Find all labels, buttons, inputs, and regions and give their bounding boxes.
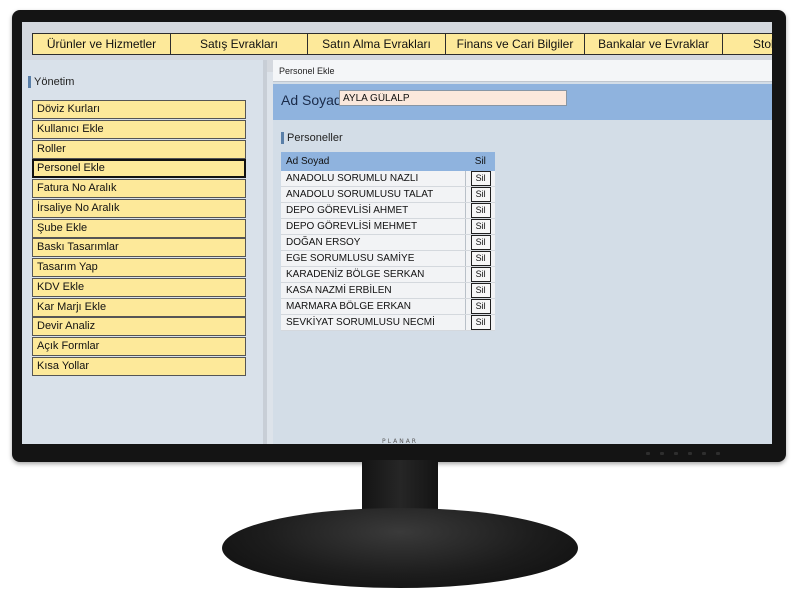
monitor-stand bbox=[222, 508, 578, 588]
section-title: Personeller bbox=[281, 132, 343, 144]
table-header-row: Ad Soyad Sil bbox=[281, 152, 495, 171]
row-name: ANADOLU SORUMLUSU TALAT bbox=[281, 186, 466, 203]
row-name: DEPO GÖREVLİSİ MEHMET bbox=[281, 218, 466, 235]
row-name: DOĞAN ERSOY bbox=[281, 234, 466, 251]
delete-button[interactable]: Sil bbox=[470, 267, 491, 282]
sidebar-item-kullanici-ekle[interactable]: Kullanıcı Ekle bbox=[32, 120, 246, 139]
table-row: SEVKİYAT SORUMLUSU NECMİ Sil bbox=[281, 314, 495, 331]
sidebar: Yönetim Döviz Kurları Kullanıcı Ekle Rol… bbox=[22, 60, 267, 444]
nav-tab-urunler[interactable]: Ürünler ve Hizmetler bbox=[32, 33, 171, 55]
row-name: ANADOLU SORUMLU NAZLI bbox=[281, 171, 466, 187]
table-row: KASA NAZMİ ERBİLEN Sil bbox=[281, 282, 495, 299]
monitor-button bbox=[660, 452, 664, 455]
delete-button[interactable]: Sil bbox=[470, 299, 491, 314]
name-input[interactable] bbox=[339, 90, 567, 106]
sidebar-item-baski-tasarimlar[interactable]: Baskı Tasarımlar bbox=[32, 238, 246, 257]
row-name: MARMARA BÖLGE ERKAN bbox=[281, 298, 466, 315]
table-row: MARMARA BÖLGE ERKAN Sil bbox=[281, 298, 495, 315]
sidebar-item-devir-analiz[interactable]: Devir Analiz bbox=[32, 317, 246, 336]
sidebar-item-irsaliye-no-aralik[interactable]: İrsaliye No Aralık bbox=[32, 199, 246, 218]
monitor-button bbox=[688, 452, 692, 455]
delete-button[interactable]: Sil bbox=[470, 203, 491, 218]
table-row: ANADOLU SORUMLU NAZLI Sil bbox=[281, 171, 495, 187]
delete-button[interactable]: Sil bbox=[470, 187, 491, 202]
row-name: DEPO GÖREVLİSİ AHMET bbox=[281, 202, 466, 219]
delete-button[interactable]: Sil bbox=[470, 171, 491, 186]
nav-tab-satin-alma[interactable]: Satın Alma Evrakları bbox=[307, 33, 446, 55]
sidebar-item-kisa-yollar[interactable]: Kısa Yollar bbox=[32, 357, 246, 376]
table-row: DEPO GÖREVLİSİ AHMET Sil bbox=[281, 202, 495, 219]
delete-button[interactable]: Sil bbox=[470, 315, 491, 330]
row-name: KASA NAZMİ ERBİLEN bbox=[281, 282, 466, 299]
delete-button[interactable]: Sil bbox=[470, 251, 491, 266]
nav-tab-bankalar[interactable]: Bankalar ve Evraklar bbox=[584, 33, 723, 55]
form-bar: Ad Soyad bbox=[273, 84, 772, 120]
sidebar-item-roller[interactable]: Roller bbox=[32, 140, 246, 159]
nav-tab-satis[interactable]: Satış Evrakları bbox=[170, 33, 308, 55]
sidebar-item-sube-ekle[interactable]: Şube Ekle bbox=[32, 219, 246, 238]
sidebar-item-personel-ekle[interactable]: Personel Ekle bbox=[32, 159, 246, 178]
monitor-button bbox=[702, 452, 706, 455]
monitor-brand: PLANAR bbox=[382, 438, 418, 445]
column-header-delete: Sil bbox=[465, 152, 495, 171]
personel-table: Ad Soyad Sil ANADOLU SORUMLU NAZLI Sil A… bbox=[281, 152, 495, 331]
delete-button[interactable]: Sil bbox=[470, 219, 491, 234]
sidebar-item-kdv-ekle[interactable]: KDV Ekle bbox=[32, 278, 246, 297]
delete-button[interactable]: Sil bbox=[470, 235, 491, 250]
sidebar-item-fatura-no-aralik[interactable]: Fatura No Aralık bbox=[32, 179, 246, 198]
monitor-button bbox=[646, 452, 650, 455]
personel-panel: Personel Ekle Ad Soyad Personeller Ad So… bbox=[273, 60, 772, 444]
table-row: KARADENİZ BÖLGE SERKAN Sil bbox=[281, 266, 495, 283]
power-button bbox=[716, 452, 720, 455]
app-screen: Ürünler ve Hizmetler Satış Evrakları Sat… bbox=[22, 22, 772, 444]
row-name: SEVKİYAT SORUMLUSU NECMİ bbox=[281, 314, 466, 331]
delete-button[interactable]: Sil bbox=[470, 283, 491, 298]
row-name: EGE SORUMLUSU SAMİYE bbox=[281, 250, 466, 267]
sidebar-title: Yönetim bbox=[28, 76, 74, 88]
sidebar-item-tasarim-yap[interactable]: Tasarım Yap bbox=[32, 258, 246, 277]
nav-tab-finans[interactable]: Finans ve Cari Bilgiler bbox=[445, 33, 585, 55]
column-header-name: Ad Soyad bbox=[281, 152, 466, 171]
monitor-button bbox=[674, 452, 678, 455]
sidebar-item-doviz-kurlari[interactable]: Döviz Kurları bbox=[32, 100, 246, 119]
table-row: ANADOLU SORUMLUSU TALAT Sil bbox=[281, 186, 495, 203]
nav-tab-stok[interactable]: Stok bbox=[722, 33, 772, 55]
sidebar-item-kar-marji-ekle[interactable]: Kar Marjı Ekle bbox=[32, 298, 246, 317]
table-row: DOĞAN ERSOY Sil bbox=[281, 234, 495, 251]
table-row: DEPO GÖREVLİSİ MEHMET Sil bbox=[281, 218, 495, 235]
panel-header: Personel Ekle bbox=[273, 60, 772, 82]
name-label: Ad Soyad bbox=[281, 92, 342, 108]
row-name: KARADENİZ BÖLGE SERKAN bbox=[281, 266, 466, 283]
table-row: EGE SORUMLUSU SAMİYE Sil bbox=[281, 250, 495, 267]
sidebar-item-acik-formlar[interactable]: Açık Formlar bbox=[32, 337, 246, 356]
